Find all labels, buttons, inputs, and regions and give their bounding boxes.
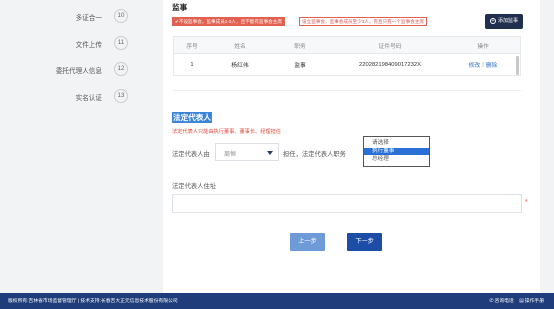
page: 多证合一 10 文件上传 11 委托代理人信息 12 实名认证 13 监事 ✔不… (0, 0, 554, 293)
plus-icon: + (489, 17, 496, 24)
role-option[interactable]: 总经理 (364, 156, 429, 163)
column-header: 操作 (477, 43, 489, 50)
step-number: 12 (114, 62, 128, 76)
add-supervisor-button[interactable]: + 添加监事 (485, 14, 523, 29)
row-name: 杨红伟 (231, 63, 249, 69)
manual-icon: ▤ (519, 298, 524, 304)
role-option[interactable]: 请选择 (364, 140, 429, 147)
table-header: 序号 姓名 职务 证件号码 操作 (174, 37, 520, 54)
legal-rep-from-label: 法定代表人由 (172, 151, 210, 158)
supervisor-section-title: 监事 (172, 3, 188, 12)
caret-down-icon (267, 151, 273, 155)
row-actions: 修改 | 删除 (450, 54, 516, 75)
legal-rep-person-select[interactable]: 周恒 (215, 143, 279, 161)
phone-icon: ✆ (489, 298, 494, 304)
required-mark: * (525, 199, 528, 206)
legal-rep-section-title: 法定代表人 (172, 112, 212, 123)
consult-phone-link[interactable]: 咨询电话 (495, 299, 514, 304)
legal-rep-address-input[interactable] (172, 194, 522, 213)
supervisor-rule-warning: ✔不设监事会，监事成员1-2人，且不能有监事会主席 (172, 17, 285, 26)
supervisor-board-rule-warning: 设立监事会，监事会成员至少3人，有且只有一个监事会主席 (299, 17, 427, 26)
step-item[interactable]: 实名认证 13 (0, 89, 148, 103)
legal-rep-role-listbox[interactable]: 请选择 执行董事 总经理 (363, 136, 430, 167)
step-label: 委托代理人信息 (55, 68, 102, 75)
step-label: 多证合一 (75, 15, 102, 22)
footer-links: ✆咨询电话 ▤操作手册 (485, 297, 544, 304)
step-item[interactable]: 委托代理人信息 12 (0, 62, 148, 76)
step-number: 10 (114, 9, 128, 23)
step-number: 11 (114, 36, 128, 50)
legal-rep-hint: 法定代表人只能由执行董事、董事长、经理担任 (172, 129, 281, 135)
row-index: 1 (190, 61, 194, 68)
previous-step-button[interactable]: 上一步 (290, 233, 325, 251)
footer: 版权所有:吉林省市场监督管理厅 | 技术支持:长春吉大正元信息技术股份有限公司 … (0, 293, 554, 309)
edit-link[interactable]: 修改 (469, 60, 481, 69)
row-role: 监事 (294, 63, 306, 69)
right-gutter (540, 0, 554, 293)
step-item[interactable]: 多证合一 10 (0, 9, 148, 23)
role-option-selected[interactable]: 执行董事 (364, 148, 429, 155)
step-navigation: 多证合一 10 文件上传 11 委托代理人信息 12 实名认证 13 (0, 0, 160, 293)
column-header: 职务 (294, 43, 306, 50)
action-separator: | (482, 61, 484, 68)
select-value: 周恒 (224, 152, 237, 158)
column-header: 证件号码 (378, 43, 402, 50)
footer-copyright: 版权所有:吉林省市场监督管理厅 | 技术支持:长春吉大正元信息技术股份有限公司 (8, 299, 178, 304)
step-number: 13 (114, 89, 128, 103)
column-header: 序号 (186, 43, 198, 50)
legal-rep-address-label: 法定代表人住址 (172, 183, 217, 190)
table-row: 1 杨红伟 监事 220282198409017232X 修改 | 删除 (174, 54, 520, 75)
step-label: 实名认证 (75, 95, 102, 102)
add-supervisor-label: 添加监事 (497, 18, 518, 24)
next-step-button[interactable]: 下一步 (347, 233, 382, 251)
section-divider (173, 90, 521, 91)
row-id-number: 220282198409017232X (359, 61, 421, 68)
delete-link[interactable]: 删除 (486, 60, 498, 69)
manual-link[interactable]: 操作手册 (525, 299, 544, 304)
step-label: 文件上传 (75, 42, 102, 49)
step-item[interactable]: 文件上传 11 (0, 36, 148, 50)
column-header: 姓名 (234, 43, 246, 50)
form-panel: 监事 ✔不设监事会，监事成员1-2人，且不能有监事会主席 设立监事会，监事会成员… (163, 0, 540, 293)
supervisor-table: 序号 姓名 职务 证件号码 操作 1 杨红伟 监事 22028219840901… (173, 36, 521, 76)
table-scrollbar[interactable] (516, 56, 519, 75)
legal-rep-role-label: 担任，法定代表人职务 (283, 151, 346, 158)
